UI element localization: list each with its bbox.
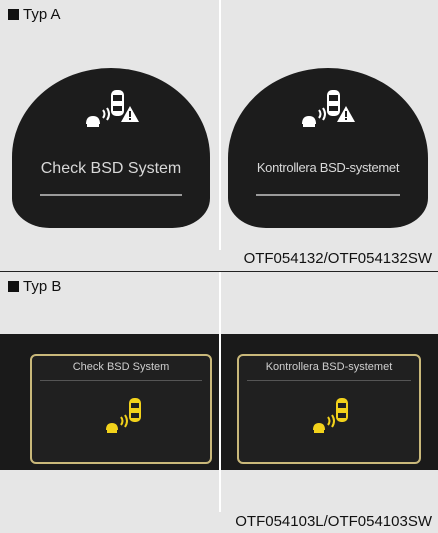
section-heading: Typ B xyxy=(8,278,61,295)
section-heading-label: Typ B xyxy=(23,278,62,295)
bsd-warning-icon xyxy=(302,90,355,127)
lcd-screen: Kontrollera BSD-systemet xyxy=(237,354,421,464)
section-type-a: Typ A Check BSD System Kontrollera BSD-s… xyxy=(0,0,438,271)
section-type-b: Typ B Check BSD System Kontrollera BSD-s… xyxy=(0,272,438,533)
display-divider xyxy=(256,194,400,196)
display-message: Check BSD System xyxy=(72,361,170,373)
display-divider xyxy=(247,380,411,381)
bsd-yellow-icon xyxy=(106,398,141,433)
vertical-divider xyxy=(219,272,221,512)
bsd-warning-icon xyxy=(86,90,139,127)
lcd-screen: Check BSD System xyxy=(30,354,212,464)
square-bullet-icon xyxy=(8,9,19,20)
image-code: OTF054132/OTF054132SW xyxy=(243,250,432,267)
display-message: Check BSD System xyxy=(40,160,182,177)
display-message: Kontrollera BSD-systemet xyxy=(256,160,400,175)
cluster-display-english: Check BSD System xyxy=(12,68,210,228)
bsd-yellow-icon xyxy=(313,398,348,433)
display-divider xyxy=(40,194,182,196)
display-divider xyxy=(40,380,202,381)
lcd-panel-swedish: Kontrollera BSD-systemet xyxy=(221,334,438,470)
image-code: OTF054103L/OTF054103SW xyxy=(235,513,432,530)
section-heading: Typ A xyxy=(8,6,61,23)
display-message: Kontrollera BSD-systemet xyxy=(265,361,393,373)
section-heading-label: Typ A xyxy=(23,6,61,23)
cluster-display-swedish: Kontrollera BSD-systemet xyxy=(228,68,428,228)
vertical-divider xyxy=(219,0,221,250)
square-bullet-icon xyxy=(8,281,19,292)
lcd-panel-english: Check BSD System xyxy=(0,334,219,470)
